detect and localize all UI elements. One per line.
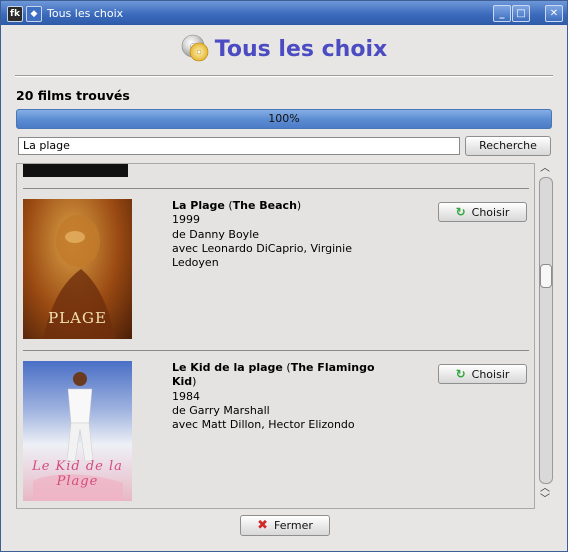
refresh-arrow-icon: ↻: [455, 367, 466, 381]
scroll-down-icon[interactable]: ﹀: [536, 494, 554, 506]
app-logo-icon[interactable]: fk: [7, 6, 23, 22]
film-poster: Le Kid de la Plage: [23, 361, 132, 501]
page-title-text: Tous les choix: [214, 37, 388, 62]
film-info: La Plage (The Beach) 1999 de Danny Boyle…: [172, 199, 402, 270]
red-x-icon: ✖: [257, 518, 269, 533]
film-title: Le Kid de la plage: [172, 361, 283, 374]
progress-label: 100%: [268, 112, 300, 125]
refresh-arrow-icon: ↻: [455, 205, 466, 219]
search-input[interactable]: [18, 137, 460, 155]
scrollbar-thumb[interactable]: [540, 264, 552, 288]
row-divider: [23, 350, 529, 351]
scrollbar[interactable]: ︿ ︿ ﹀: [536, 163, 554, 507]
choose-label: Choisir: [471, 368, 510, 381]
close-label: Fermer: [274, 519, 313, 532]
poster-partial: [23, 164, 128, 177]
choose-button[interactable]: ↻ Choisir: [438, 202, 527, 222]
results-list[interactable]: PLAGE La Plage (The Beach) 1999 de Danny…: [16, 163, 535, 509]
maximize-button[interactable]: □: [512, 5, 530, 22]
choose-button[interactable]: ↻ Choisir: [438, 364, 527, 384]
main-window: fk ◆ Tous les choix _ □ ✕ Tous les choix…: [0, 0, 568, 552]
window-menu-icon[interactable]: ◆: [26, 6, 42, 22]
film-year: 1984: [172, 389, 200, 403]
window-title: Tous les choix: [47, 7, 124, 20]
close-window-button[interactable]: ✕: [545, 5, 563, 22]
scroll-up-icon[interactable]: ︿: [536, 163, 554, 175]
row-divider: [23, 188, 529, 189]
film-title: La Plage: [172, 199, 225, 212]
film-info: Le Kid de la plage (The Flamingo Kid) 19…: [172, 361, 402, 432]
page-title: Tous les choix: [1, 33, 567, 67]
film-director: de Garry Marshall: [172, 403, 270, 417]
minimize-button[interactable]: _: [493, 5, 511, 22]
film-poster: PLAGE: [23, 199, 132, 339]
header-divider: [15, 75, 553, 77]
film-year: 1999: [172, 213, 200, 227]
film-original-title: The Beach: [232, 199, 297, 212]
poster-caption: Le Kid de la Plage: [32, 459, 123, 489]
result-count: 20 films trouvés: [16, 88, 130, 103]
title-bar[interactable]: fk ◆ Tous les choix _ □ ✕: [1, 1, 567, 25]
close-button[interactable]: ✖ Fermer: [240, 515, 330, 536]
poster-caption: PLAGE: [48, 309, 107, 327]
film-cast: avec Matt Dillon, Hector Elizondo: [172, 418, 355, 432]
film-director: de Danny Boyle: [172, 227, 260, 241]
progress-bar: 100%: [16, 109, 552, 129]
scrollbar-track[interactable]: [539, 177, 553, 484]
disc-icon: [181, 34, 209, 62]
search-button[interactable]: Recherche: [465, 136, 551, 156]
film-cast: avec Leonardo DiCaprio, Virginie Ledoyen: [172, 241, 352, 270]
choose-label: Choisir: [471, 206, 510, 219]
